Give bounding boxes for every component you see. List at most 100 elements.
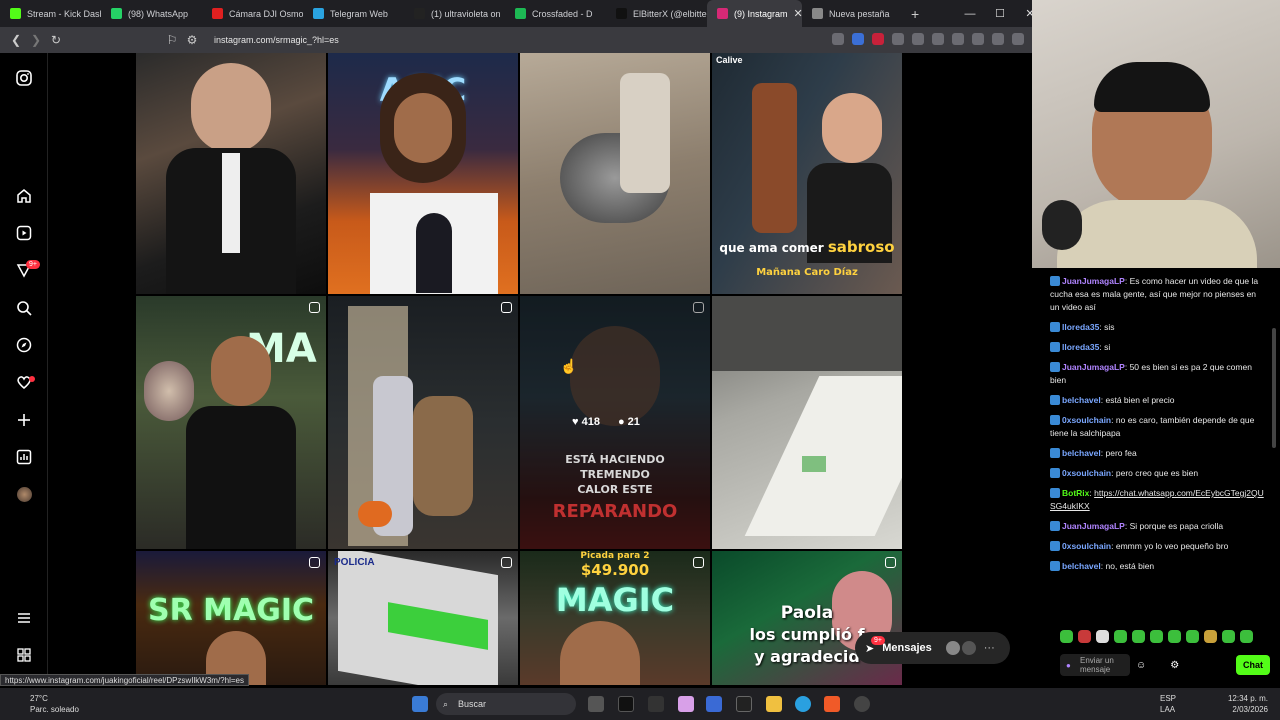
post-thumbnail[interactable] [712, 296, 902, 549]
emote-icon[interactable] [1150, 630, 1163, 643]
search-icon: ⌕ [443, 698, 449, 709]
more-menu-icon[interactable] [15, 609, 33, 627]
home-icon[interactable] [15, 187, 33, 205]
wallet-icon[interactable] [952, 33, 964, 45]
app-icon[interactable] [648, 696, 664, 712]
lang-primary: ESP [1160, 694, 1177, 703]
browser-tab[interactable]: (1) ultravioleta on [404, 0, 505, 27]
windows-start-icon[interactable] [412, 696, 428, 712]
explore-icon[interactable] [15, 336, 33, 354]
sidebar-icon[interactable] [932, 33, 944, 45]
chat-username[interactable]: JuanJumagaLP [1062, 362, 1125, 372]
dashboard-icon[interactable] [15, 448, 33, 466]
chat-username[interactable]: JuanJumagaLP [1062, 521, 1125, 531]
also-from-meta-icon[interactable] [15, 646, 33, 664]
reels-icon[interactable] [15, 224, 33, 242]
browser-tab[interactable]: (9) Instagram ✕ [707, 0, 802, 27]
menu-icon[interactable] [1012, 33, 1024, 45]
vpn-icon[interactable] [992, 33, 1004, 45]
post-thumbnail[interactable]: Calive que ama comer sabroso Mañana Caro… [712, 53, 902, 294]
minimize-icon[interactable]: — [955, 0, 985, 27]
new-tab-icon[interactable]: + [911, 6, 919, 22]
post-thumbnail[interactable]: ♥ 418 ● 21 ESTÁ HACIENDO TREMENDO CALOR … [520, 296, 710, 549]
emote-icon[interactable] [1240, 630, 1253, 643]
post-thumbnail[interactable]: Paola los cumplió f y agradecid [712, 551, 902, 685]
back-icon[interactable]: ❮ [6, 33, 26, 47]
search-icon[interactable] [15, 299, 33, 317]
emote-icon[interactable] [1186, 630, 1199, 643]
file-explorer-icon[interactable] [766, 696, 782, 712]
leo-icon[interactable] [972, 33, 984, 45]
emote-icon[interactable] [1096, 630, 1109, 643]
browser-tab[interactable]: ElBitterX (@elbitte [606, 0, 707, 27]
chat-username[interactable]: BotRix [1062, 488, 1089, 498]
post-thumbnail[interactable] [520, 53, 710, 294]
browser-tab[interactable]: (98) WhatsApp [101, 0, 202, 27]
chat-scrollbar[interactable] [1272, 328, 1276, 448]
more-icon[interactable]: ··· [984, 642, 995, 654]
browser-tab[interactable]: Stream - Kick Dash [0, 0, 101, 27]
sign-text: POLICIA [334, 557, 375, 568]
post-thumbnail[interactable]: AGIC [328, 53, 518, 294]
post-thumbnail[interactable]: Picada para 2 $49.900 MAGIC [520, 551, 710, 685]
url-field[interactable]: instagram.com/srmagic_?hl=es [214, 35, 339, 45]
chat-username[interactable]: belchavel [1062, 395, 1101, 405]
store-icon[interactable] [706, 696, 722, 712]
post-thumbnail[interactable] [136, 53, 326, 294]
forward-icon[interactable]: ❯ [26, 33, 46, 47]
browser-tab[interactable]: Telegram Web [303, 0, 404, 27]
emote-icon[interactable] [1204, 630, 1217, 643]
obs-icon[interactable] [854, 696, 870, 712]
emote-icon[interactable] [1168, 630, 1181, 643]
reload-icon[interactable]: ↻ [46, 33, 66, 47]
instagram-logo-icon[interactable] [15, 69, 33, 87]
chat-username[interactable]: JuanJumagaLP [1062, 276, 1125, 286]
taskbar-search[interactable]: ⌕ Buscar [436, 693, 576, 715]
chat-message-field[interactable]: ● Enviar un mensaje [1060, 654, 1130, 676]
wallet-icon[interactable] [912, 33, 924, 45]
chat-username[interactable]: 0xsoulchain [1062, 415, 1111, 425]
post-thumbnail[interactable]: POLICIA [328, 551, 518, 685]
emoji-icon[interactable]: ☺ [1136, 660, 1146, 671]
microphone-icon[interactable]: ● [1066, 661, 1071, 670]
puzzle-icon[interactable] [892, 33, 904, 45]
brave-icon[interactable] [824, 696, 840, 712]
settings-icon[interactable]: ⚙ [1170, 660, 1179, 671]
task-view-icon[interactable] [588, 696, 604, 712]
messages-button[interactable]: ➤ 9+ Mensajes ··· [855, 632, 1010, 664]
extension-icon[interactable] [872, 33, 884, 45]
language-indicator[interactable]: ESP LAA [1160, 693, 1176, 715]
translate-icon[interactable] [832, 33, 844, 45]
extension-icon[interactable] [852, 33, 864, 45]
chat-username[interactable]: belchavel [1062, 561, 1101, 571]
emote-icon[interactable] [1060, 630, 1073, 643]
emote-icon[interactable] [1222, 630, 1235, 643]
chat-username[interactable]: 0xsoulchain [1062, 468, 1111, 478]
chat-username[interactable]: lloreda35 [1062, 342, 1099, 352]
browser-tab[interactable]: Cámara DJI Osmo [202, 0, 303, 27]
emote-icon[interactable] [1078, 630, 1091, 643]
browser-tab[interactable]: Crossfaded - D [505, 0, 606, 27]
emote-icon[interactable] [1114, 630, 1127, 643]
system-clock[interactable]: 12:34 p. m. 2/03/2026 [1228, 693, 1268, 715]
maximize-icon[interactable]: ☐ [985, 0, 1015, 27]
weather-widget[interactable]: 27°C Parc. soleado [12, 693, 79, 715]
emote-icon[interactable] [1132, 630, 1145, 643]
post-thumbnail[interactable]: SR MAGIC [136, 551, 326, 685]
create-icon[interactable] [15, 411, 33, 429]
site-info-icon[interactable]: ⚙ [182, 33, 202, 47]
app-icon[interactable] [618, 696, 634, 712]
profile-avatar[interactable] [15, 485, 33, 503]
post-thumbnail[interactable] [328, 296, 518, 549]
edge-icon[interactable] [795, 696, 811, 712]
chat-username[interactable]: 0xsoulchain [1062, 541, 1111, 551]
close-tab-icon[interactable]: ✕ [794, 7, 802, 20]
browser-tab[interactable]: Nueva pestaña [802, 0, 903, 27]
chat-send-button[interactable]: Chat [1236, 655, 1270, 675]
bookmark-icon[interactable]: ⚐ [162, 33, 182, 47]
chat-username[interactable]: lloreda35 [1062, 322, 1099, 332]
chat-username[interactable]: belchavel [1062, 448, 1101, 458]
copilot-icon[interactable] [678, 696, 694, 712]
post-thumbnail[interactable]: MA [136, 296, 326, 549]
terminal-icon[interactable] [736, 696, 752, 712]
